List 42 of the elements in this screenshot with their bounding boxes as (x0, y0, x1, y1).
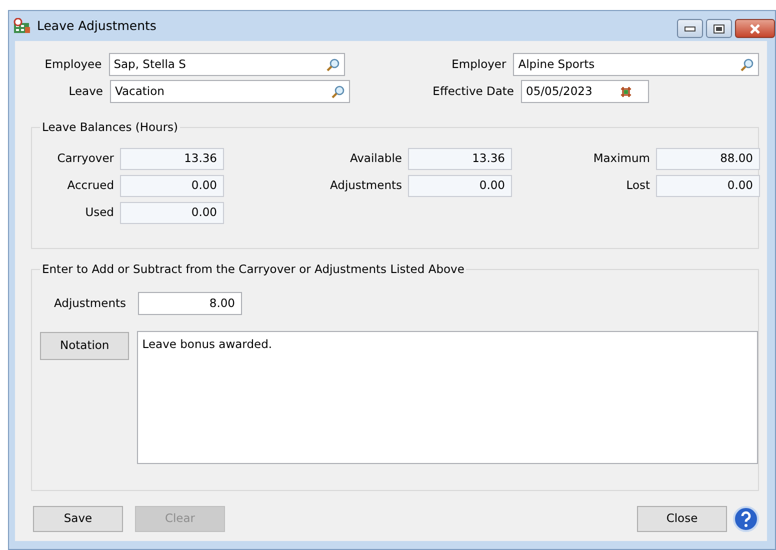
field-label: Accrued (66, 177, 114, 194)
field-label: Adjustments (52, 294, 126, 312)
maximize-button[interactable] (706, 19, 732, 38)
readonly-field: 13.36 (408, 148, 512, 170)
search-icon[interactable] (740, 58, 754, 72)
close-window-button[interactable] (735, 19, 775, 38)
adjustments-field[interactable]: 8.00 (138, 292, 242, 315)
date-field[interactable]: 05/05/2023 (521, 80, 649, 103)
field-label: Employer (450, 56, 506, 73)
field-label: Carryover (56, 150, 114, 168)
calendar-person-icon (13, 18, 31, 34)
minimize-button[interactable] (677, 19, 703, 38)
field-label: Effective Date (432, 82, 514, 100)
lookup-field[interactable]: Alpine Sports (513, 53, 760, 76)
close-icon (749, 24, 761, 34)
field-label: Maximum (592, 150, 650, 168)
readonly-field: 88.00 (656, 148, 760, 170)
action-button[interactable]: Close (637, 506, 727, 532)
field-label: Available (348, 150, 402, 168)
action-button[interactable]: Save (33, 506, 123, 532)
notation-field[interactable]: Leave bonus awarded. (137, 331, 758, 464)
lookup-field[interactable]: Vacation (110, 80, 350, 103)
field-label: Leave (68, 82, 103, 100)
minimize-icon (684, 26, 696, 32)
readonly-field: 13.36 (120, 148, 224, 170)
field-label: Used (84, 204, 114, 222)
help-icon[interactable] (733, 506, 759, 532)
lookup-field[interactable]: Sap, Stella S (108, 53, 345, 76)
readonly-field: 0.00 (120, 202, 224, 224)
window-title: Leave Adjustments (37, 16, 156, 35)
readonly-field: 0.00 (656, 175, 760, 197)
notation-button[interactable]: Notation (40, 332, 130, 360)
group-title: Enter to Add or Subtract from the Carryover or Adjustments Listed Above (40, 261, 466, 278)
readonly-field: 0.00 (408, 175, 512, 197)
field-label: Adjustments (328, 177, 402, 194)
field-label: Employee (44, 56, 102, 73)
calendar-icon[interactable] (620, 86, 632, 98)
maximize-icon (713, 24, 725, 34)
search-icon[interactable] (326, 58, 340, 72)
search-icon[interactable] (331, 84, 345, 98)
field-label: Lost (625, 177, 650, 194)
readonly-field: 0.00 (120, 175, 224, 197)
